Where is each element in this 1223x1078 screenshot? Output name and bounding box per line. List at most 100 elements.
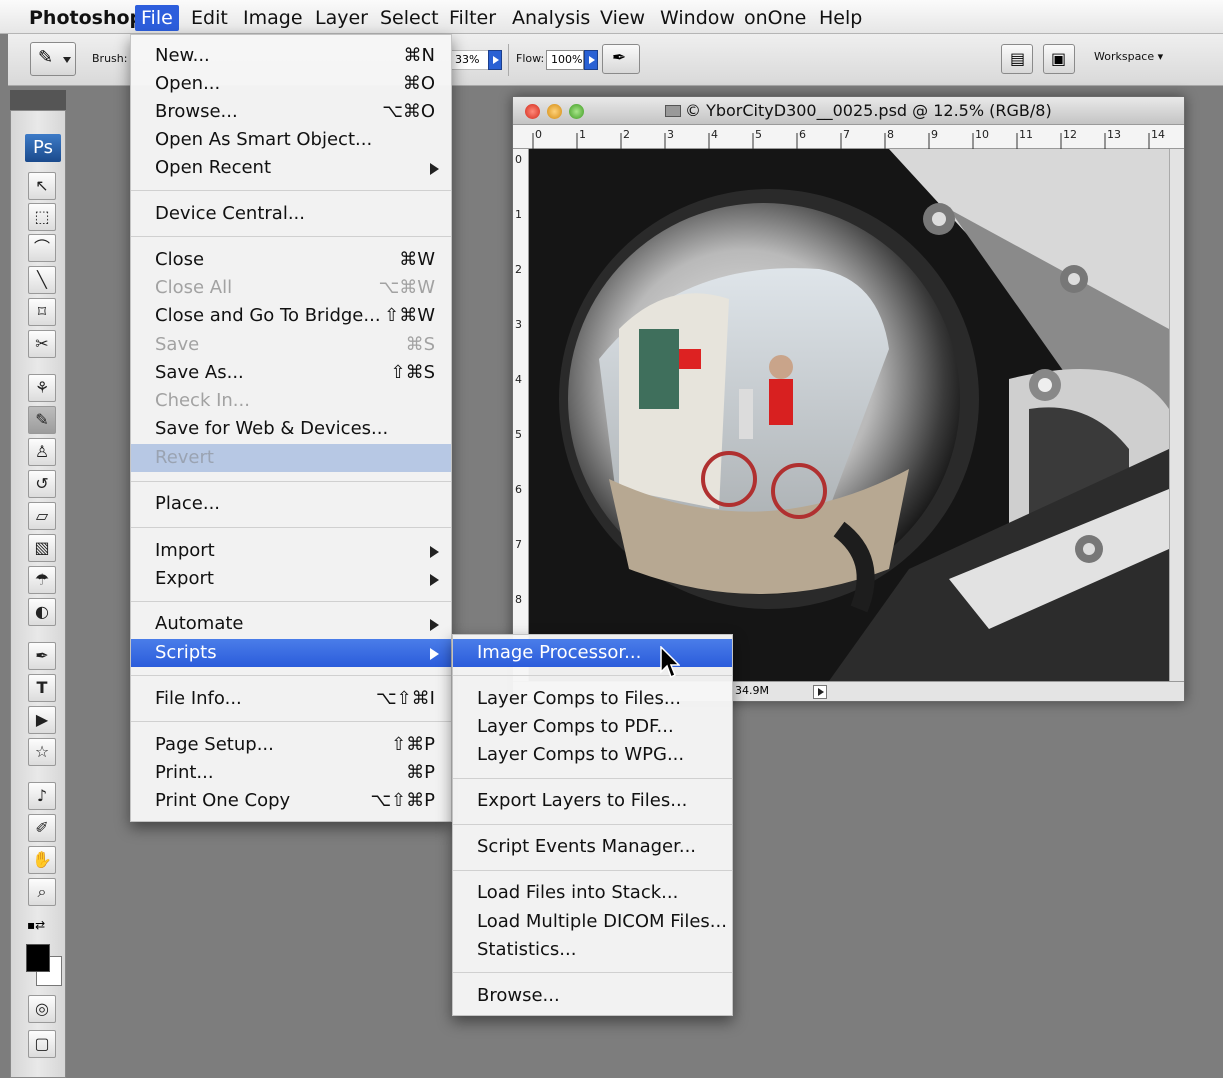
menu-item-statistics[interactable]: Statistics...: [453, 936, 732, 964]
swap-colors-icon[interactable]: ▪⇄: [27, 918, 45, 932]
document-title-bar[interactable]: © YborCityD300__0025.psd @ 12.5% (RGB/8): [513, 97, 1184, 125]
document-icon: ▤: [1010, 49, 1026, 68]
menu-file[interactable]: File: [135, 5, 179, 31]
healing-brush-tool-icon[interactable]: ⚘: [28, 374, 56, 402]
eyedropper-tool-icon[interactable]: ✐: [28, 814, 56, 842]
horizontal-ruler[interactable]: 0 1 2 3 4 5 6 7 8 9 10 11 12 13 14: [513, 125, 1184, 149]
menu-item-browse[interactable]: Browse... ⌥⌘O: [131, 98, 451, 126]
menu-item-save-as[interactable]: Save As... ⇧⌘S: [131, 359, 451, 387]
ruler-label: 4: [711, 128, 718, 141]
menu-photoshop[interactable]: Photoshop: [23, 5, 149, 31]
close-window-icon[interactable]: [525, 104, 540, 119]
lasso-tool-icon[interactable]: ⌒: [28, 234, 56, 262]
eraser-tool-icon[interactable]: ▱: [28, 502, 56, 530]
menu-item-layer-comps-wpg[interactable]: Layer Comps to WPG...: [453, 741, 732, 769]
menu-item-new[interactable]: New... ⌘N: [131, 42, 451, 70]
menu-select[interactable]: Select: [374, 5, 445, 31]
palette-well-button[interactable]: ▤: [1001, 44, 1033, 74]
brush-tool-icon[interactable]: ✎: [28, 406, 56, 434]
submenu-arrow-icon: [430, 163, 439, 175]
crop-tool-icon[interactable]: ⌑: [28, 298, 56, 326]
menu-item-export[interactable]: Export: [131, 565, 451, 593]
flow-label: Flow:: [516, 52, 545, 65]
menu-item-import[interactable]: Import: [131, 537, 451, 565]
menu-separator: [453, 870, 732, 872]
magic-wand-tool-icon[interactable]: ╲: [28, 266, 56, 294]
blur-tool-icon[interactable]: ☂: [28, 566, 56, 594]
opacity-slider-button[interactable]: [488, 50, 502, 70]
menu-item-layer-comps-files[interactable]: Layer Comps to Files...: [453, 685, 732, 713]
marquee-tool-icon[interactable]: ⬚: [28, 203, 56, 231]
submenu-arrow-icon: [430, 648, 439, 660]
menu-item-place[interactable]: Place...: [131, 490, 451, 518]
bridge-button[interactable]: ▣: [1043, 44, 1075, 74]
notes-tool-icon[interactable]: ♪: [28, 782, 56, 810]
pen-tool-icon[interactable]: ✒: [28, 642, 56, 670]
menu-item-close-go-to-bridge[interactable]: Close and Go To Bridge... ⇧⌘W: [131, 302, 451, 330]
menu-item-print-one-copy[interactable]: Print One Copy ⌥⇧⌘P: [131, 787, 451, 815]
menu-item-script-events-manager[interactable]: Script Events Manager...: [453, 833, 732, 861]
foreground-color-swatch[interactable]: [26, 944, 50, 972]
history-brush-tool-icon[interactable]: ↺: [28, 470, 56, 498]
screen-mode-icon[interactable]: ▢: [28, 1030, 56, 1058]
tool-preset-picker[interactable]: ✎: [30, 42, 76, 76]
menu-item-automate[interactable]: Automate: [131, 610, 451, 638]
menu-item-layer-comps-pdf[interactable]: Layer Comps to PDF...: [453, 713, 732, 741]
path-selection-tool-icon[interactable]: ▶: [28, 706, 56, 734]
vertical-ruler[interactable]: 0 1 2 3 4 5 6 7 8: [513, 149, 529, 681]
tools-panel-tab[interactable]: [10, 90, 66, 110]
menu-separator: [131, 601, 451, 603]
menu-item-close[interactable]: Close ⌘W: [131, 246, 451, 274]
menu-item-load-dicom[interactable]: Load Multiple DICOM Files...: [453, 908, 732, 936]
document-window: © YborCityD300__0025.psd @ 12.5% (RGB/8)…: [512, 96, 1185, 702]
menu-separator: [131, 236, 451, 238]
menu-help[interactable]: Help: [813, 5, 868, 31]
menu-item-image-processor[interactable]: Image Processor...: [453, 639, 732, 667]
menu-item-save-for-web[interactable]: Save for Web & Devices...: [131, 415, 451, 443]
quick-mask-icon[interactable]: ◎: [28, 995, 56, 1023]
zoom-tool-icon[interactable]: ⌕: [28, 878, 56, 906]
menu-item-browse-scripts[interactable]: Browse...: [453, 982, 732, 1010]
menu-item-open-recent[interactable]: Open Recent: [131, 154, 451, 182]
menu-window[interactable]: Window: [654, 5, 741, 31]
menu-item-scripts[interactable]: Scripts: [131, 639, 451, 667]
minimize-window-icon[interactable]: [547, 104, 562, 119]
triangle-right-icon: [818, 688, 824, 696]
menu-analysis[interactable]: Analysis: [506, 5, 596, 31]
zoom-window-icon[interactable]: [569, 104, 584, 119]
menu-onone[interactable]: onOne: [738, 5, 812, 31]
document-canvas[interactable]: [529, 149, 1169, 681]
status-menu-button[interactable]: [813, 685, 827, 699]
menu-view[interactable]: View: [594, 5, 651, 31]
menu-layer[interactable]: Layer: [309, 5, 374, 31]
menu-item-print[interactable]: Print... ⌘P: [131, 759, 451, 787]
menu-item-open[interactable]: Open... ⌘O: [131, 70, 451, 98]
menu-item-export-layers[interactable]: Export Layers to Files...: [453, 787, 732, 815]
dodge-tool-icon[interactable]: ◐: [28, 598, 56, 626]
hand-tool-icon[interactable]: ✋: [28, 846, 56, 874]
submenu-arrow-icon: [430, 619, 439, 631]
airbrush-button[interactable]: ✒: [602, 44, 640, 74]
menu-item-open-smart-object[interactable]: Open As Smart Object...: [131, 126, 451, 154]
gradient-tool-icon[interactable]: ▧: [28, 534, 56, 562]
opacity-field[interactable]: 33%: [450, 50, 490, 70]
menu-filter[interactable]: Filter: [443, 5, 502, 31]
menu-image[interactable]: Image: [237, 5, 309, 31]
chevron-down-icon: [63, 57, 71, 63]
ruler-label: 1: [579, 128, 586, 141]
motorcycle-photo: [529, 149, 1169, 681]
menu-item-load-files-stack[interactable]: Load Files into Stack...: [453, 879, 732, 907]
clone-stamp-tool-icon[interactable]: ♙: [28, 438, 56, 466]
workspace-menu[interactable]: Workspace ▾: [1094, 50, 1163, 63]
menu-item-device-central[interactable]: Device Central...: [131, 200, 451, 228]
vertical-scrollbar[interactable]: [1169, 149, 1184, 681]
menu-edit[interactable]: Edit: [185, 5, 234, 31]
menu-item-page-setup[interactable]: Page Setup... ⇧⌘P: [131, 731, 451, 759]
menu-item-file-info[interactable]: File Info... ⌥⇧⌘I: [131, 685, 451, 713]
type-tool-icon[interactable]: T: [28, 674, 56, 702]
shape-tool-icon[interactable]: ☆: [28, 738, 56, 766]
slice-tool-icon[interactable]: ✂: [28, 330, 56, 358]
flow-field[interactable]: 100%: [546, 50, 584, 70]
flow-slider-button[interactable]: [584, 50, 598, 70]
move-tool-icon[interactable]: ↖: [28, 172, 56, 200]
